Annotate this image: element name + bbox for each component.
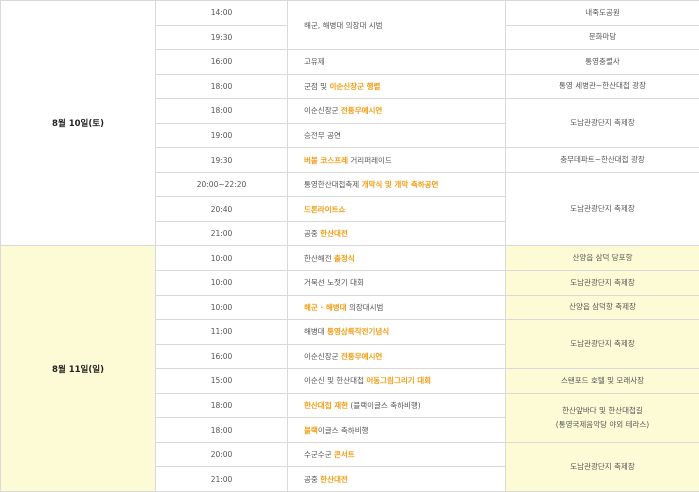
venue-cell: 도남관광단지 축제장 [505, 441, 699, 492]
event-cell: 이순신장군 전통무예시연 [287, 343, 506, 370]
time-cell: 21:00 [155, 466, 288, 492]
time-cell: 19:30 [155, 24, 288, 51]
event-highlight: 한산대첩 재현 [304, 401, 349, 411]
date-cell: 8월 11일(일) [0, 245, 156, 492]
venue-cell: 도남관광단지 축제장 [505, 98, 699, 149]
venue-cell: 한산앞바다 및 한산대첩길 (통영국제음악당 야외 테라스) [505, 392, 699, 443]
time-cell: 18:00 [155, 392, 288, 419]
event-cell: 공중 한산대전 [287, 220, 506, 247]
time-cell: 18:00 [155, 73, 288, 100]
event-highlight: 해군 · 해병대 [304, 302, 347, 312]
venue-cell: 내죽도공원 [505, 0, 699, 26]
event-highlight: 한산대전 [320, 474, 348, 484]
event-text: 고유제 [304, 57, 325, 67]
event-highlight: 콘서트 [333, 450, 355, 460]
event-cell: 해군 · 해병대 의장대시범 [287, 294, 506, 321]
venue-line: (통영국제음악당 야외 테라스) [555, 419, 650, 429]
time-cell: 20:00 [155, 441, 288, 468]
event-cell: 공중 한산대전 [287, 466, 506, 492]
event-text: 해병대 [304, 327, 328, 337]
time-cell: 19:30 [155, 147, 288, 173]
time-cell: 10:00 [155, 245, 288, 272]
event-text: 한산해전 [304, 253, 334, 263]
event-cell: 고유제 [287, 49, 506, 75]
event-text: 거북선 노젓기 대회 [304, 278, 364, 288]
time-cell: 15:00 [155, 368, 288, 394]
time-cell: 21:00 [155, 220, 288, 247]
event-cell: 버블 코스프레 거리퍼레이드 [287, 147, 506, 173]
event-text: (블랙이글스 축하비행) [348, 401, 421, 411]
event-cell: 한산해전 출정식 [287, 245, 506, 272]
event-cell: 드론라이트쇼 [287, 196, 506, 222]
event-text: 의장대시범 [346, 302, 384, 312]
venue-cell: 통영 세병관~한산대첩 광장 [505, 73, 699, 100]
festival-schedule-table: 8월 10일(토) 14:00 해군, 해병대 의장대 시범 내죽도공원 19:… [0, 0, 699, 492]
event-text: 이순신장군 [304, 351, 341, 361]
event-highlight: 버블 코스프레 [304, 155, 349, 165]
table-row: 8월 10일(토) 14:00 해군, 해병대 의장대 시범 내죽도공원 [0, 0, 699, 247]
time-cell: 18:00 [155, 417, 288, 443]
time-cell: 14:00 [155, 0, 288, 26]
date-cell: 8월 10일(토) [0, 0, 156, 247]
event-highlight: 어동그림그리기 대회 [366, 376, 432, 386]
time-cell: 16:00 [155, 343, 288, 370]
time-cell: 10:00 [155, 294, 288, 321]
event-text: 통영한산대첩축제 [304, 180, 362, 190]
event-cell: 이순신장군 전통무예시연 [287, 98, 506, 124]
time-cell: 11:00 [155, 319, 288, 345]
event-highlight: 전통무예시연 [340, 106, 383, 116]
time-cell: 19:00 [155, 122, 288, 149]
venue-cell: 통영충렬사 [505, 49, 699, 75]
event-cell: 승전무 공연 [287, 122, 506, 149]
event-highlight: 통영상륙작전기념식 [327, 327, 390, 337]
venue-cell: 문화마당 [505, 24, 699, 51]
time-cell: 20:40 [155, 196, 288, 222]
event-text: 이순신장군 [304, 106, 341, 116]
event-cell: 통영한산대첩축제 개막식 및 개막 축하공연 [287, 171, 506, 198]
event-cell: 군점 및 이순신장군 행렬 [287, 73, 506, 100]
event-text: 공중 [304, 229, 321, 239]
event-text: 공중 [304, 474, 321, 484]
venue-cell: 도남관광단지 축제장 [505, 270, 699, 296]
event-highlight: 블랙 [304, 425, 318, 435]
venue-cell: 산양읍 삼덕항 축제장 [505, 294, 699, 321]
event-cell: 블랙이글스 축하비행 [287, 417, 506, 443]
event-cell: 해군, 해병대 의장대 시범 [287, 0, 506, 51]
event-text: 군점 및 [304, 81, 330, 91]
venue-line: 한산앞바다 및 한산대첩길 [562, 405, 643, 415]
event-text: 이글스 축하비행 [317, 425, 369, 435]
venue-cell: 스탠포드 호텔 및 모래사장 [505, 368, 699, 394]
time-cell: 16:00 [155, 49, 288, 75]
time-cell: 20:00~22:20 [155, 171, 288, 198]
venue-cell: 산양읍 삼덕 당포항 [505, 245, 699, 272]
event-cell: 수군수군 콘서트 [287, 441, 506, 468]
event-highlight: 전통무예시연 [340, 351, 383, 361]
event-highlight: 개막식 및 개막 축하공연 [361, 180, 439, 190]
event-cell: 해병대 통영상륙작전기념식 [287, 319, 506, 345]
venue-cell: 도남관광단지 축제장 [505, 171, 699, 247]
venue-cell: 충무데파트~한산대첩 광장 [505, 147, 699, 173]
event-highlight: 출정식 [333, 253, 355, 263]
event-text: 승전무 공연 [304, 131, 341, 140]
time-cell: 18:00 [155, 98, 288, 124]
event-text: 해군, 해병대 의장대 시범 [304, 20, 383, 30]
time-cell: 10:00 [155, 270, 288, 296]
venue-cell: 도남관광단지 축제장 [505, 319, 699, 370]
event-text: 수군수군 [304, 450, 334, 460]
event-cell: 거북선 노젓기 대회 [287, 270, 506, 296]
event-text: 이순신 및 한산대첩 [304, 376, 367, 386]
event-cell: 한산대첩 재현 (블랙이글스 축하비행) [287, 392, 506, 419]
event-text: 거리퍼레이드 [348, 155, 392, 165]
event-highlight: 드론라이트쇼 [304, 204, 346, 214]
event-cell: 이순신 및 한산대첩 어동그림그리기 대회 [287, 368, 506, 394]
event-highlight: 이순신장군 행렬 [329, 81, 381, 91]
event-highlight: 한산대전 [320, 229, 348, 239]
table-row: 8월 11일(일) 10:00 한산해전 출정식 산양읍 삼덕 당포항 [0, 245, 699, 492]
